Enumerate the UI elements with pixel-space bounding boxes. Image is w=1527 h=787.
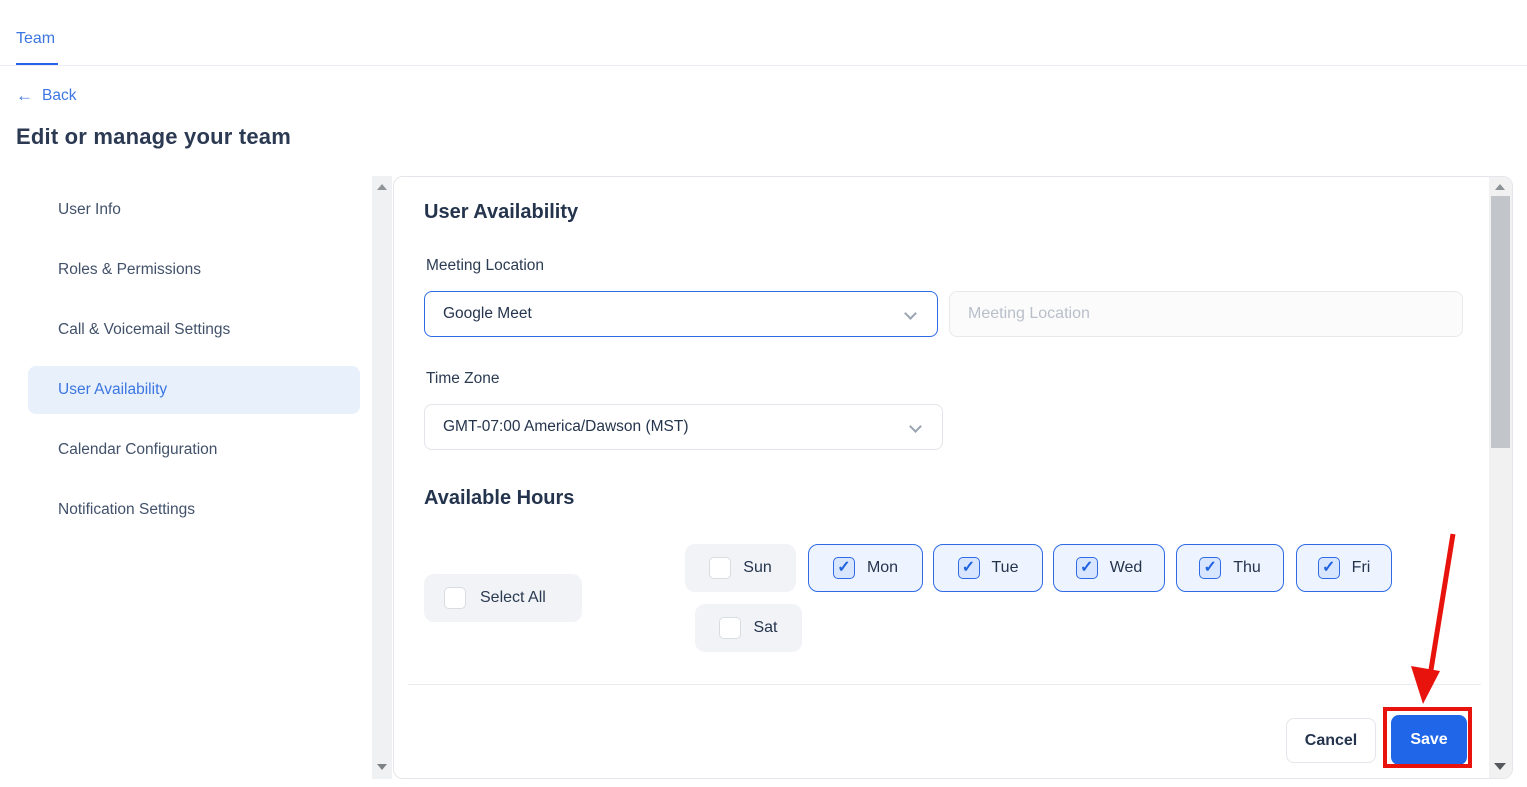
day-label: Tue bbox=[992, 559, 1019, 577]
back-arrow-icon: ← bbox=[16, 86, 33, 106]
scroll-down-icon[interactable] bbox=[1494, 763, 1506, 770]
select-all-toggle[interactable]: Select All bbox=[424, 574, 582, 622]
day-label: Thu bbox=[1233, 559, 1261, 577]
meeting-location-select[interactable]: Google Meet bbox=[424, 291, 938, 337]
day-label: Mon bbox=[867, 559, 898, 577]
scroll-up-icon[interactable] bbox=[377, 184, 387, 190]
sidebar-item-call-voicemail[interactable]: Call & Voicemail Settings bbox=[28, 306, 360, 354]
day-toggle-mon[interactable]: Mon bbox=[808, 544, 923, 592]
day-label: Sun bbox=[743, 559, 771, 577]
user-availability-panel: User Availability Meeting Location Googl… bbox=[393, 176, 1513, 779]
chevron-down-icon bbox=[909, 420, 922, 433]
sidebar-item-user-availability[interactable]: User Availability bbox=[28, 366, 360, 414]
cancel-button[interactable]: Cancel bbox=[1286, 718, 1376, 763]
panel-scrollbar[interactable] bbox=[1489, 177, 1512, 778]
day-toggle-wed[interactable]: Wed bbox=[1053, 544, 1165, 592]
sidebar-item-user-info[interactable]: User Info bbox=[28, 186, 360, 234]
checkbox-icon[interactable] bbox=[958, 557, 980, 579]
checkbox-icon[interactable] bbox=[1318, 557, 1340, 579]
select-all-label: Select All bbox=[480, 589, 546, 607]
back-link[interactable]: ← Back bbox=[16, 86, 76, 106]
checkbox-icon[interactable] bbox=[1076, 557, 1098, 579]
checkbox-icon[interactable] bbox=[709, 557, 731, 579]
meeting-location-input[interactable] bbox=[949, 291, 1463, 337]
sidebar-item-calendar-configuration[interactable]: Calendar Configuration bbox=[28, 426, 360, 474]
back-label: Back bbox=[42, 87, 76, 105]
scroll-up-icon[interactable] bbox=[1495, 184, 1505, 190]
chevron-down-icon bbox=[904, 307, 917, 320]
day-label: Wed bbox=[1110, 559, 1143, 577]
checkbox-icon[interactable] bbox=[833, 557, 855, 579]
time-zone-selected-value: GMT-07:00 America/Dawson (MST) bbox=[425, 418, 688, 436]
scroll-down-icon[interactable] bbox=[377, 764, 387, 770]
save-button[interactable]: Save bbox=[1391, 715, 1467, 765]
day-label: Fri bbox=[1352, 559, 1371, 577]
day-toggle-sat[interactable]: Sat bbox=[695, 604, 802, 652]
meeting-location-label: Meeting Location bbox=[426, 257, 544, 275]
tab-team[interactable]: Team bbox=[16, 30, 55, 48]
outer-scrollbar[interactable] bbox=[372, 176, 392, 779]
day-toggle-thu[interactable]: Thu bbox=[1176, 544, 1284, 592]
available-hours-title: Available Hours bbox=[424, 487, 574, 510]
panel-title: User Availability bbox=[424, 201, 578, 224]
day-toggle-tue[interactable]: Tue bbox=[933, 544, 1043, 592]
scrollbar-thumb[interactable] bbox=[1491, 196, 1510, 448]
footer-divider bbox=[408, 684, 1481, 685]
header-divider bbox=[0, 65, 1527, 66]
sidebar-item-roles-permissions[interactable]: Roles & Permissions bbox=[28, 246, 360, 294]
edit-team-screen: Team ← Back Edit or manage your team Use… bbox=[0, 0, 1527, 787]
time-zone-select[interactable]: GMT-07:00 America/Dawson (MST) bbox=[424, 404, 943, 450]
sidebar-item-notification-settings[interactable]: Notification Settings bbox=[28, 486, 360, 534]
checkbox-icon[interactable] bbox=[444, 587, 466, 609]
meeting-location-selected-value: Google Meet bbox=[425, 305, 532, 323]
page-title: Edit or manage your team bbox=[16, 124, 291, 150]
day-label: Sat bbox=[753, 619, 777, 637]
time-zone-label: Time Zone bbox=[426, 370, 500, 388]
checkbox-icon[interactable] bbox=[1199, 557, 1221, 579]
day-toggle-sun[interactable]: Sun bbox=[685, 544, 796, 592]
checkbox-icon[interactable] bbox=[719, 617, 741, 639]
settings-sidebar: User Info Roles & Permissions Call & Voi… bbox=[28, 186, 360, 546]
day-toggle-fri[interactable]: Fri bbox=[1296, 544, 1392, 592]
